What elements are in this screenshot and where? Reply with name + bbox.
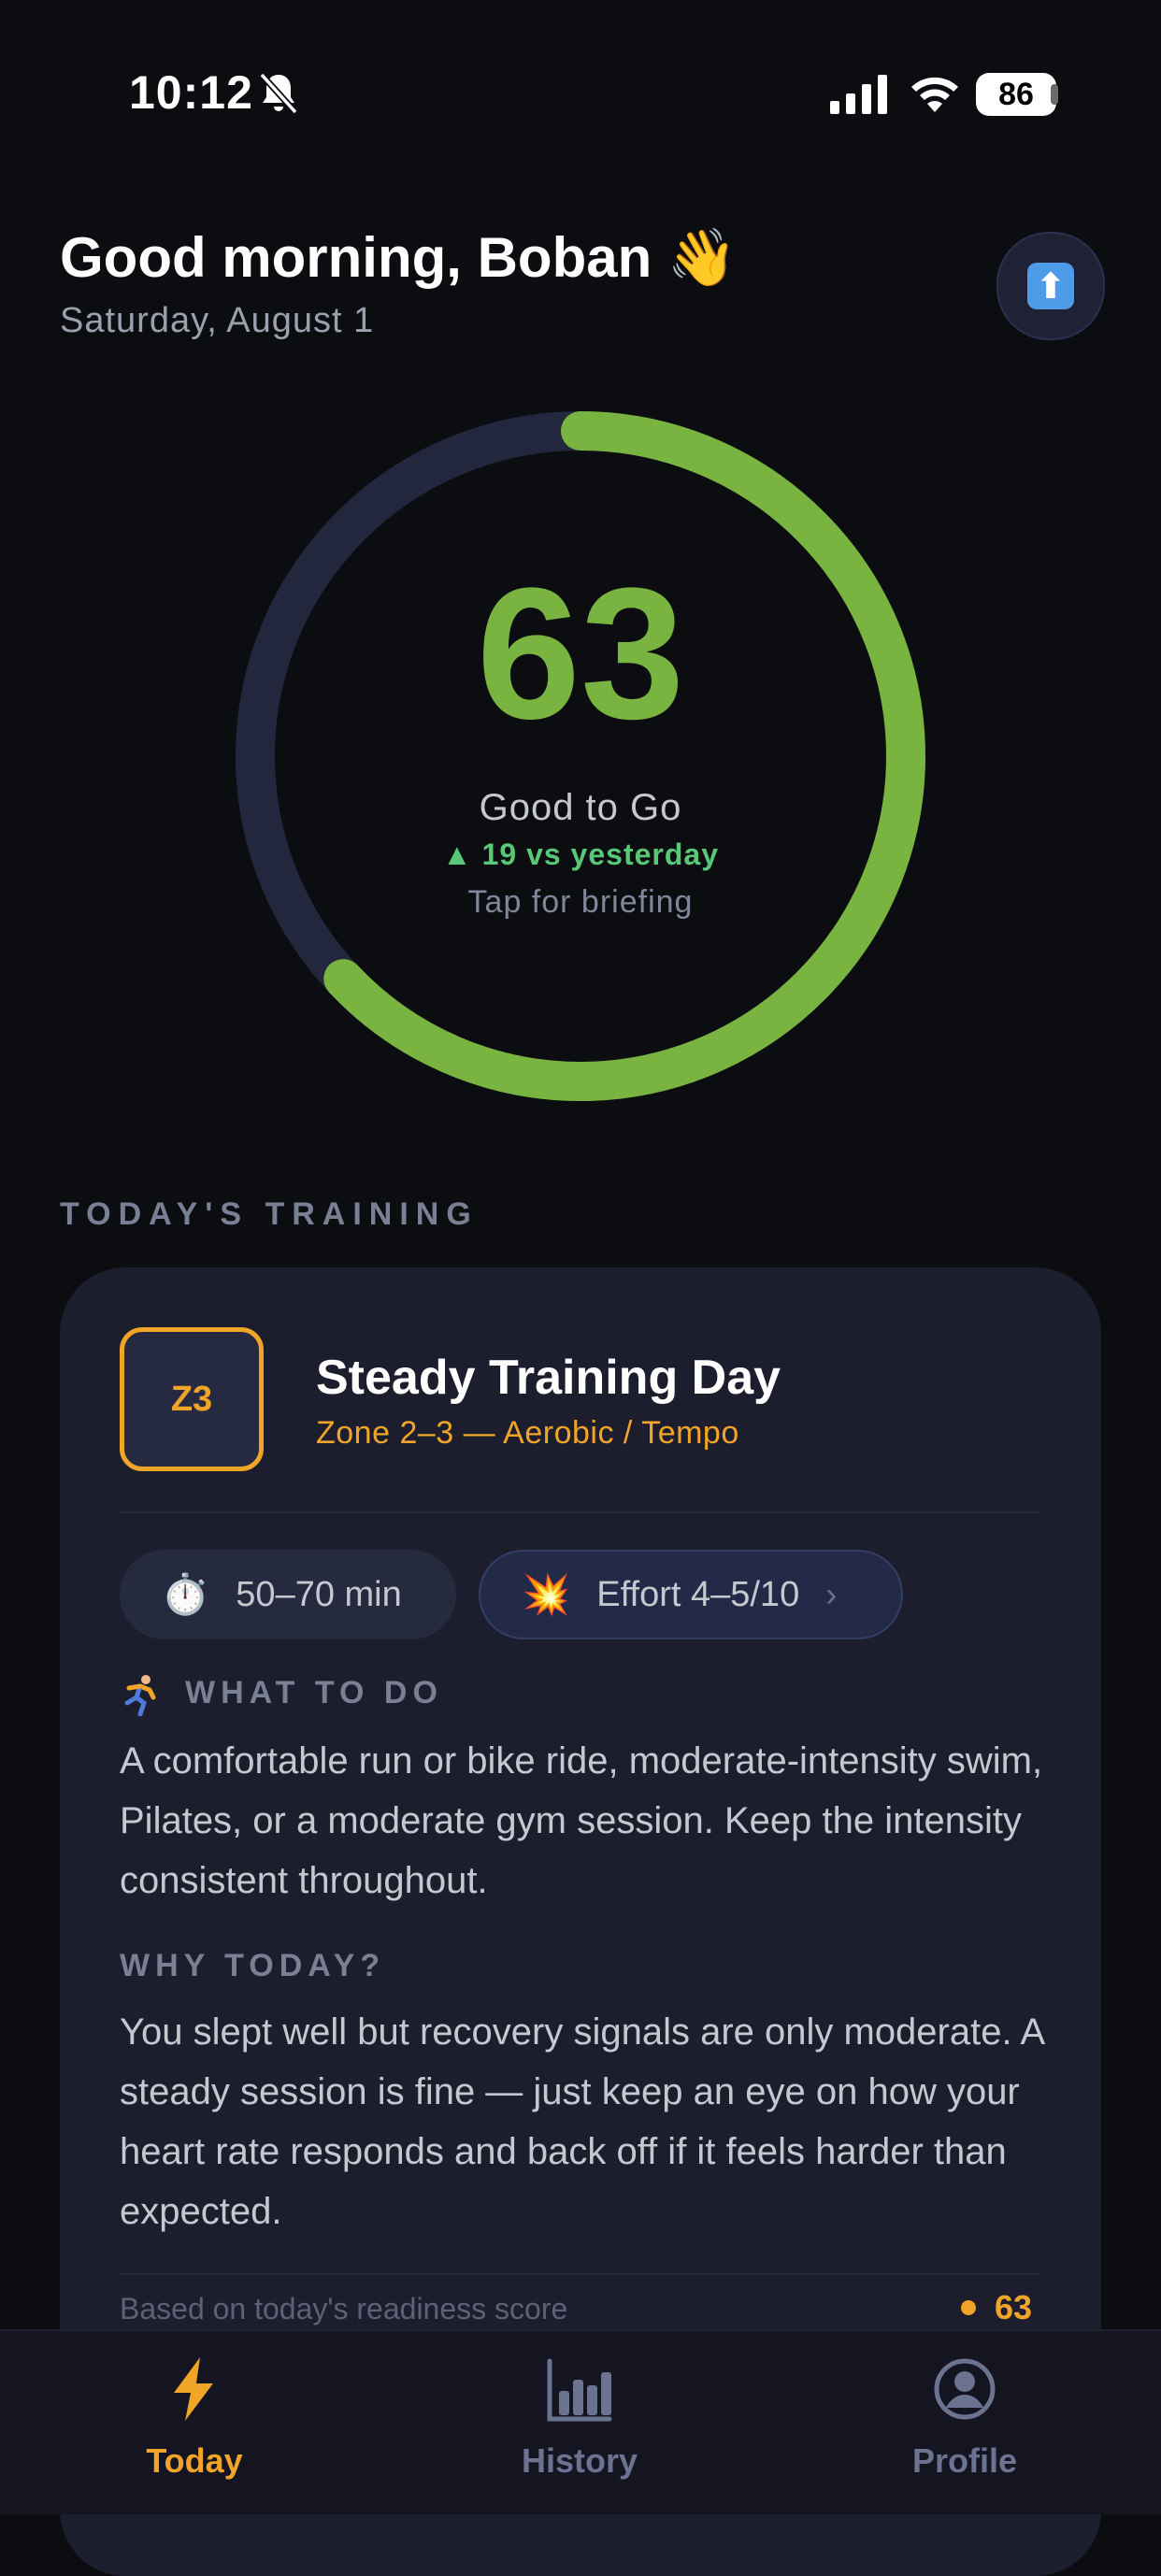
status-time: 10:12 [129,66,253,119]
upload-button[interactable]: ⬆ [996,232,1105,340]
cellular-signal-icon [830,75,887,114]
runner-icon [124,1675,156,1716]
readiness-score[interactable]: 63 [0,561,1161,748]
stopwatch-icon: ⏱️ [161,1571,210,1616]
tab-label-profile: Profile [911,2441,1018,2480]
briefing-hint[interactable]: Tap for briefing [0,884,1161,921]
what-to-do-title: WHAT TO DO [185,1675,443,1710]
bolt-icon [174,2357,213,2421]
based-on-label: Based on today's readiness score [120,2292,568,2326]
effort-label: Effort 4–5/10 [596,1574,800,1614]
user-circle-icon [934,2358,996,2420]
readiness-delta: ▲ 19 vs yesterday [442,837,719,871]
section-title-training: TODAY'S TRAINING [60,1196,479,1232]
based-score: 63 [961,2288,1032,2327]
training-title: Steady Training Day [316,1351,781,1405]
tab-label-today: Today [146,2441,243,2480]
duration-label: 50–70 min [236,1574,402,1614]
wifi-icon [911,77,958,112]
battery-indicator: 86 [976,73,1056,116]
tab-history[interactable]: History [467,2354,692,2481]
up-arrow-icon: ⬆ [1027,263,1074,309]
why-today-text: You slept well but recovery signals are … [120,2011,1043,2232]
tab-today[interactable]: Today [82,2354,307,2481]
battery-tip [1051,84,1058,105]
divider [120,2273,1039,2275]
date-label: Saturday, August 1 [60,301,375,340]
effort-pill[interactable]: 💥 Effort 4–5/10 › [479,1550,903,1639]
chevron-right-icon: › [825,1575,838,1613]
why-today-title: WHY TODAY? [120,1948,386,1983]
zone-badge: Z3 [120,1327,264,1471]
based-score-value: 63 [995,2288,1033,2326]
greeting-title: Good morning, Boban 👋 [60,226,738,289]
score-dot [961,2300,976,2315]
bell-muted-icon [259,72,298,115]
tab-profile[interactable]: Profile [853,2354,1077,2481]
what-to-do-text: A comfortable run or bike ride, moderate… [120,1740,1043,1901]
collision-icon: 💥 [522,1571,571,1616]
divider [120,1511,1039,1513]
duration-pill: ⏱️ 50–70 min [120,1550,456,1639]
tab-label-history: History [521,2441,638,2480]
training-subtitle: Zone 2–3 — Aerobic / Tempo [316,1415,739,1451]
bar-chart-icon [547,2358,612,2422]
readiness-label: Good to Go [479,787,682,828]
